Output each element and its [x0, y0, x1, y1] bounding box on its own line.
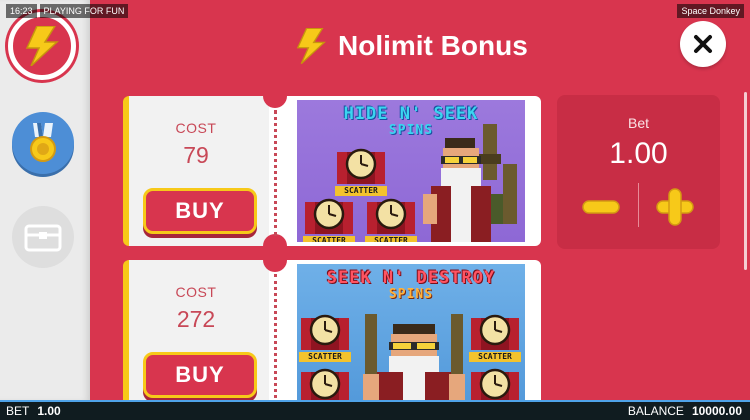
art-title: HIDE N' SEEK	[343, 104, 479, 124]
dynamite-clock-icon	[471, 314, 519, 350]
ticket-perforation	[274, 274, 277, 410]
dynamite-clock-icon	[367, 198, 415, 234]
bonus-offer-card: COST 272 BUY SEEK N' DESTROY SPINS SCATT…	[123, 260, 541, 420]
cost-label: COST	[175, 284, 217, 300]
footer-bet-value: 1.00	[37, 404, 61, 418]
dynamite-clock-icon	[301, 314, 349, 350]
bonus-artwork: SEEK N' DESTROY SPINS SCATTER SCATTER	[297, 264, 525, 420]
footer-balance: BALANCE 10000.00	[628, 404, 742, 418]
art-subtitle: SPINS	[388, 287, 434, 302]
bet-divider	[638, 183, 639, 227]
close-icon	[694, 35, 712, 53]
footer-accent	[0, 400, 750, 402]
scatter-symbol: SCATTER	[469, 310, 521, 362]
bonus-offer-card: COST 79 BUY HIDE N' SEEK SPINS SCATTER S…	[123, 96, 541, 246]
footer-bet: BET 1.00	[6, 404, 61, 418]
lightning-icon	[296, 28, 326, 64]
footer-bar: BET 1.00 BALANCE 10000.00	[0, 400, 750, 420]
bet-panel: Bet 1.00	[557, 95, 720, 249]
cost-label: COST	[175, 120, 217, 136]
footer-balance-value: 10000.00	[691, 404, 742, 418]
plus-icon	[656, 188, 694, 226]
cost-value: 79	[183, 142, 209, 168]
minus-icon	[582, 200, 620, 214]
soldier-character-icon	[423, 124, 517, 242]
ticket-perforation	[274, 110, 277, 236]
medal-icon	[30, 123, 56, 162]
bet-label: Bet	[627, 115, 649, 131]
bet-decrease-button[interactable]	[579, 187, 623, 227]
scatter-symbol: SCATTER	[303, 194, 355, 242]
sidebar	[0, 0, 90, 400]
sidebar-item-bonus[interactable]	[8, 12, 76, 80]
scatter-symbol: SCATTER	[335, 144, 387, 196]
bet-increase-button[interactable]	[653, 187, 697, 227]
cost-value: 272	[176, 306, 216, 332]
dynamite-clock-icon	[305, 198, 353, 234]
dynamite-clock-icon	[337, 148, 385, 184]
footer-bet-label: BET	[6, 404, 30, 418]
status-bar: 16:23 PLAYING FOR FUN	[6, 4, 129, 18]
page-title-text: Nolimit Bonus	[338, 30, 528, 61]
close-button[interactable]	[680, 21, 726, 67]
play-mode-badge: PLAYING FOR FUN	[39, 4, 129, 18]
scrollbar[interactable]	[744, 92, 747, 270]
clock: 16:23	[6, 4, 37, 18]
bonus-artwork: HIDE N' SEEK SPINS SCATTER SCATTER SCATT…	[297, 100, 525, 242]
scatter-symbol: SCATTER	[299, 310, 351, 362]
page-title: Nolimit Bonus	[296, 24, 528, 68]
game-name-badge: Space Donkey	[677, 4, 744, 18]
scatter-symbol: SCATTER	[365, 194, 417, 242]
art-title: SEEK N' DESTROY	[326, 268, 496, 288]
lightning-icon	[25, 26, 59, 66]
buy-button[interactable]: BUY	[143, 188, 257, 234]
offer-cost-section: COST 79 BUY	[129, 96, 269, 246]
buy-button[interactable]: BUY	[143, 352, 257, 398]
footer-balance-label: BALANCE	[627, 404, 684, 418]
chest-icon	[24, 224, 62, 252]
offer-cost-section: COST 272 BUY	[129, 260, 269, 420]
sidebar-item-chest[interactable]	[12, 206, 74, 268]
sidebar-item-medal[interactable]	[12, 112, 74, 174]
bet-value: 1.00	[609, 137, 668, 170]
